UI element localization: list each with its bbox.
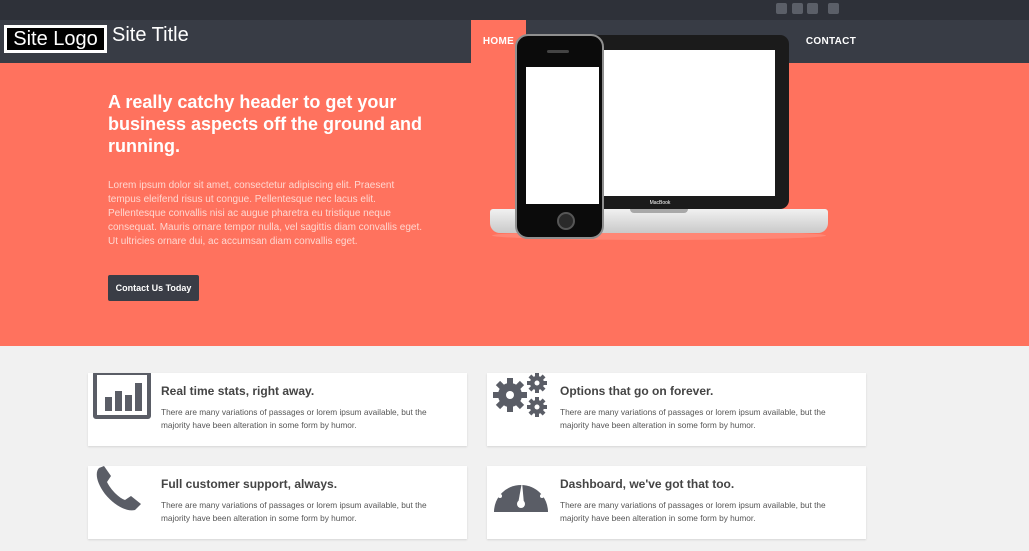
phone-icon (96, 466, 141, 511)
google-plus-icon[interactable] (776, 3, 787, 14)
feature-title: Full customer support, always. (161, 477, 338, 491)
laptop-brand-label: MacBook (649, 200, 671, 206)
laptop-display (600, 50, 775, 196)
facebook-icon[interactable] (807, 3, 818, 14)
feature-text: There are many variations of passages or… (161, 500, 427, 523)
gears-icon (493, 373, 547, 417)
top-bar (0, 0, 1029, 20)
feature-text: There are many variations of passages or… (161, 407, 427, 430)
phone-speaker (547, 50, 569, 53)
laptop-notch (630, 209, 688, 213)
hero-title: A really catchy header to get your busin… (108, 92, 423, 156)
phone-screen (526, 67, 599, 204)
feature-card-stats: Real time stats, right away. There are m… (88, 373, 467, 446)
feature-card-support: Full customer support, always. There are… (88, 466, 467, 539)
site-logo[interactable]: Site Logo (4, 25, 107, 53)
feature-text: There are many variations of passages or… (560, 500, 826, 523)
feature-card-dashboard: Dashboard, we've got that too. There are… (487, 466, 866, 539)
site-title[interactable]: Site Title (112, 23, 189, 47)
feature-title: Dashboard, we've got that too. (560, 477, 735, 491)
youtube-icon[interactable] (828, 3, 839, 14)
contact-us-button[interactable]: Contact Us Today (108, 275, 199, 301)
hero-text: Lorem ipsum dolor sit amet, consectetur … (108, 180, 423, 247)
dashboard-icon (494, 474, 548, 512)
feature-card-options: Options that go on forever. There are ma… (487, 373, 866, 446)
bar-chart-icon (93, 373, 151, 419)
feature-title: Options that go on forever. (560, 384, 714, 398)
linkedin-icon[interactable] (792, 3, 803, 14)
feature-title: Real time stats, right away. (161, 384, 315, 398)
phone-home-button (557, 212, 575, 230)
nav-contact[interactable]: CONTACT (804, 20, 858, 63)
feature-text: There are many variations of passages or… (560, 407, 826, 430)
